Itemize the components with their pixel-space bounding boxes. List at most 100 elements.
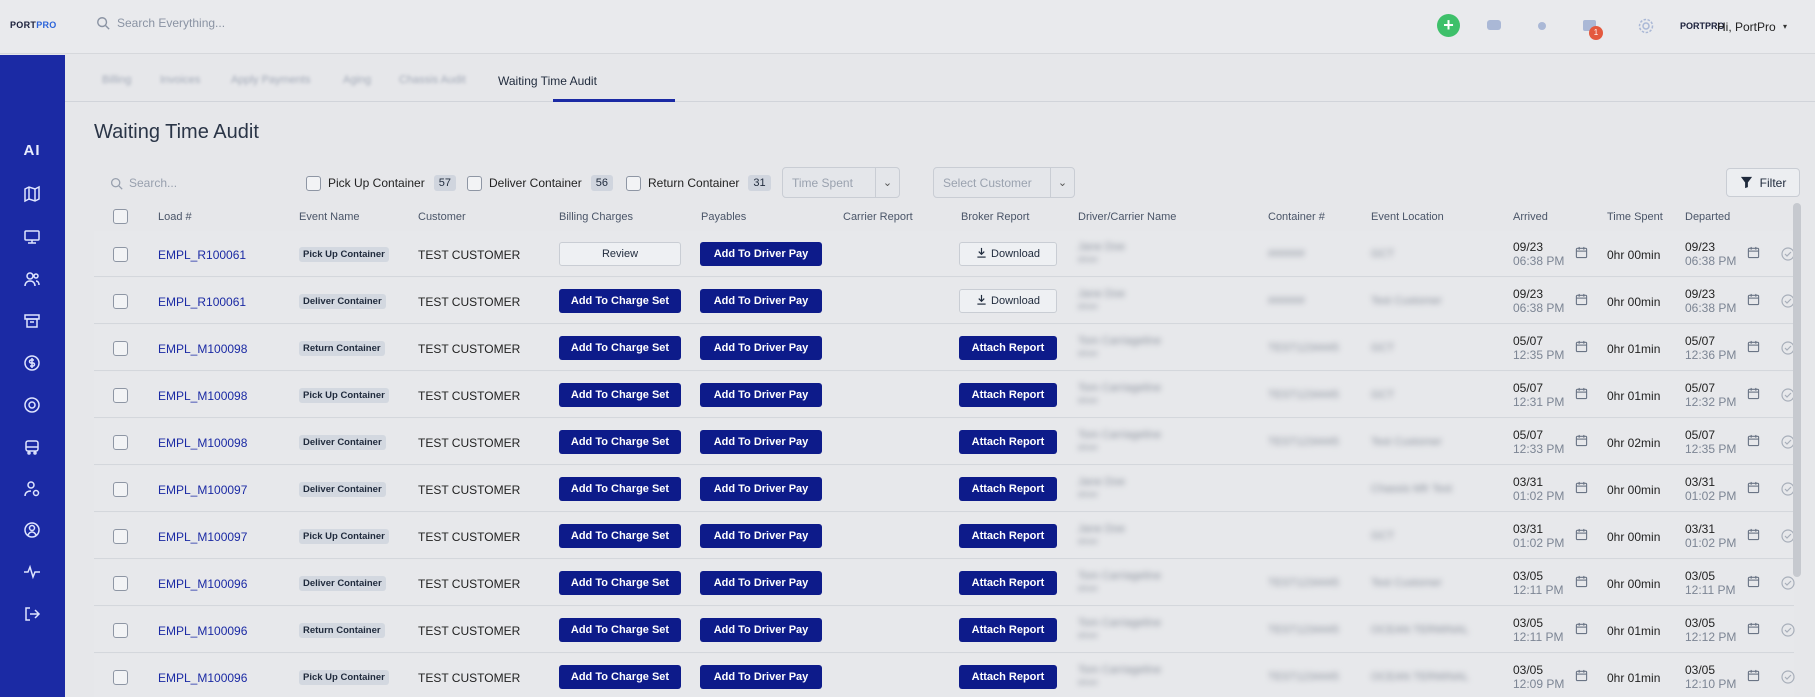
add-to-driver-pay-button[interactable]: Add To Driver Pay: [700, 524, 822, 548]
load-link[interactable]: EMPL_R100061: [158, 248, 246, 262]
arrived-datetime[interactable]: 03/05 12:11 PM: [1513, 616, 1563, 644]
filter-button[interactable]: Filter: [1726, 168, 1800, 197]
row-checkbox[interactable]: [113, 294, 128, 309]
calendar-icon[interactable]: [1747, 575, 1760, 588]
sidebar-item-map[interactable]: [20, 182, 44, 206]
arrived-datetime[interactable]: 05/07 12:35 PM: [1513, 334, 1564, 362]
time-spent-select[interactable]: Time Spent ⌄: [782, 167, 900, 198]
departed-datetime[interactable]: 05/07 12:36 PM: [1685, 334, 1736, 362]
load-link[interactable]: EMPL_M100096: [158, 671, 247, 685]
add-to-driver-pay-button[interactable]: Add To Driver Pay: [700, 430, 822, 454]
col-billing-charges[interactable]: Billing Charges: [559, 211, 633, 223]
calendar-icon[interactable]: [1575, 246, 1588, 259]
add-to-driver-pay-button[interactable]: Add To Driver Pay: [700, 665, 822, 689]
select-all-checkbox[interactable]: [113, 209, 128, 224]
sidebar-item-logout[interactable]: [20, 602, 44, 626]
add-to-driver-pay-button[interactable]: Add To Driver Pay: [700, 383, 822, 407]
arrived-datetime[interactable]: 05/07 12:31 PM: [1513, 381, 1564, 409]
add-to-driver-pay-button[interactable]: Add To Driver Pay: [700, 618, 822, 642]
departed-datetime[interactable]: 09/23 06:38 PM: [1685, 240, 1736, 268]
col-driver-name[interactable]: Driver/Carrier Name: [1078, 211, 1176, 223]
sidebar-item-ai[interactable]: AI: [20, 138, 44, 162]
load-link[interactable]: EMPL_M100096: [158, 577, 247, 591]
table-search[interactable]: Search...: [110, 176, 177, 190]
table-row[interactable]: EMPL_R100061 Deliver Container TEST CUSTOM…: [94, 278, 1795, 324]
sidebar-item-billing[interactable]: [20, 351, 44, 375]
calendar-icon[interactable]: [1747, 246, 1760, 259]
add-button[interactable]: +: [1437, 14, 1460, 37]
add-to-charge-set-button[interactable]: Add To Charge Set: [559, 383, 681, 407]
row-checkbox[interactable]: [113, 388, 128, 403]
table-row[interactable]: EMPL_M100097 Deliver Container TEST CUSTOM…: [94, 466, 1795, 512]
arrived-datetime[interactable]: 09/23 06:38 PM: [1513, 240, 1564, 268]
load-link[interactable]: EMPL_M100097: [158, 483, 247, 497]
row-checkbox[interactable]: [113, 670, 128, 685]
add-to-driver-pay-button[interactable]: Add To Driver Pay: [700, 242, 822, 266]
check-circle-icon[interactable]: [1781, 623, 1795, 637]
add-to-charge-set-button[interactable]: Add To Charge Set: [559, 336, 681, 360]
sidebar-item-reports[interactable]: [20, 560, 44, 584]
table-search-input[interactable]: Search...: [129, 176, 177, 190]
chevron-down-icon[interactable]: ⌄: [1050, 168, 1074, 197]
departed-datetime[interactable]: 05/07 12:32 PM: [1685, 381, 1736, 409]
calendar-icon[interactable]: [1575, 622, 1588, 635]
tab-invoices[interactable]: Invoices: [160, 74, 200, 86]
calendar-icon[interactable]: [1575, 340, 1588, 353]
global-search-input[interactable]: Search Everything...: [117, 16, 225, 30]
col-payables[interactable]: Payables: [701, 211, 746, 223]
chevron-down-icon[interactable]: ▾: [1783, 22, 1787, 31]
departed-datetime[interactable]: 03/05 12:12 PM: [1685, 616, 1736, 644]
row-checkbox[interactable]: [113, 247, 128, 262]
filter-pickup[interactable]: Pick Up Container 57: [306, 175, 456, 191]
download-button[interactable]: Download: [959, 242, 1057, 266]
calendar-icon[interactable]: [1747, 622, 1760, 635]
add-to-driver-pay-button[interactable]: Add To Driver Pay: [700, 477, 822, 501]
table-row[interactable]: EMPL_M100098 Deliver Container TEST CUSTOM…: [94, 419, 1795, 465]
tab-aging[interactable]: Aging: [343, 74, 371, 86]
col-carrier-report[interactable]: Carrier Report: [843, 211, 913, 223]
table-row[interactable]: EMPL_M100096 Pick Up Container TEST CUSTOM…: [94, 654, 1795, 697]
table-row[interactable]: EMPL_R100061 Pick Up Container TEST CUSTOM…: [94, 231, 1795, 277]
global-search[interactable]: Search Everything...: [96, 16, 225, 30]
calendar-icon[interactable]: [1747, 340, 1760, 353]
add-to-driver-pay-button[interactable]: Add To Driver Pay: [700, 336, 822, 360]
sidebar-item-store[interactable]: [20, 309, 44, 333]
tab-waiting-time-audit[interactable]: Waiting Time Audit: [498, 74, 597, 88]
table-row[interactable]: EMPL_M100096 Return Container TEST CUSTOME…: [94, 607, 1795, 653]
return-checkbox[interactable]: [626, 175, 641, 191]
add-to-charge-set-button[interactable]: Add To Charge Set: [559, 618, 681, 642]
deliver-checkbox[interactable]: [467, 175, 482, 191]
col-time-spent[interactable]: Time Spent: [1607, 211, 1663, 223]
add-to-charge-set-button[interactable]: Add To Charge Set: [559, 430, 681, 454]
add-to-charge-set-button[interactable]: Add To Charge Set: [559, 665, 681, 689]
load-link[interactable]: EMPL_M100097: [158, 530, 247, 544]
add-to-driver-pay-button[interactable]: Add To Driver Pay: [700, 289, 822, 313]
attach-report-button[interactable]: Attach Report: [959, 477, 1057, 501]
calendar-icon[interactable]: [1575, 528, 1588, 541]
tab-billing[interactable]: Billing: [102, 74, 131, 86]
sidebar-item-profile[interactable]: [20, 518, 44, 542]
user-greeting[interactable]: Hi, PortPro: [1717, 20, 1776, 34]
calendar-icon[interactable]: [1747, 387, 1760, 400]
sidebar-item-equipment[interactable]: [20, 435, 44, 459]
load-link[interactable]: EMPL_M100096: [158, 624, 247, 638]
attach-report-button[interactable]: Attach Report: [959, 524, 1057, 548]
chat-icon[interactable]: [1485, 17, 1503, 35]
sidebar-item-customers[interactable]: [20, 267, 44, 291]
row-checkbox[interactable]: [113, 623, 128, 638]
add-to-driver-pay-button[interactable]: Add To Driver Pay: [700, 571, 822, 595]
col-customer[interactable]: Customer: [418, 211, 466, 223]
col-departed[interactable]: Departed: [1685, 211, 1730, 223]
portpro-logo[interactable]: PORTPRO: [10, 20, 57, 30]
sidebar-item-dispatch[interactable]: [20, 225, 44, 249]
departed-datetime[interactable]: 03/31 01:02 PM: [1685, 475, 1736, 503]
arrived-datetime[interactable]: 05/07 12:33 PM: [1513, 428, 1564, 456]
add-to-charge-set-button[interactable]: Add To Charge Set: [559, 477, 681, 501]
table-row[interactable]: EMPL_M100096 Deliver Container TEST CUSTOM…: [94, 560, 1795, 606]
attach-report-button[interactable]: Attach Report: [959, 430, 1057, 454]
sidebar-item-drivers[interactable]: [20, 477, 44, 501]
table-row[interactable]: EMPL_M100098 Pick Up Container TEST CUSTOM…: [94, 372, 1795, 418]
filter-deliver[interactable]: Deliver Container 56: [467, 175, 613, 191]
pickup-checkbox[interactable]: [306, 175, 321, 191]
chevron-down-icon[interactable]: ⌄: [875, 168, 899, 197]
